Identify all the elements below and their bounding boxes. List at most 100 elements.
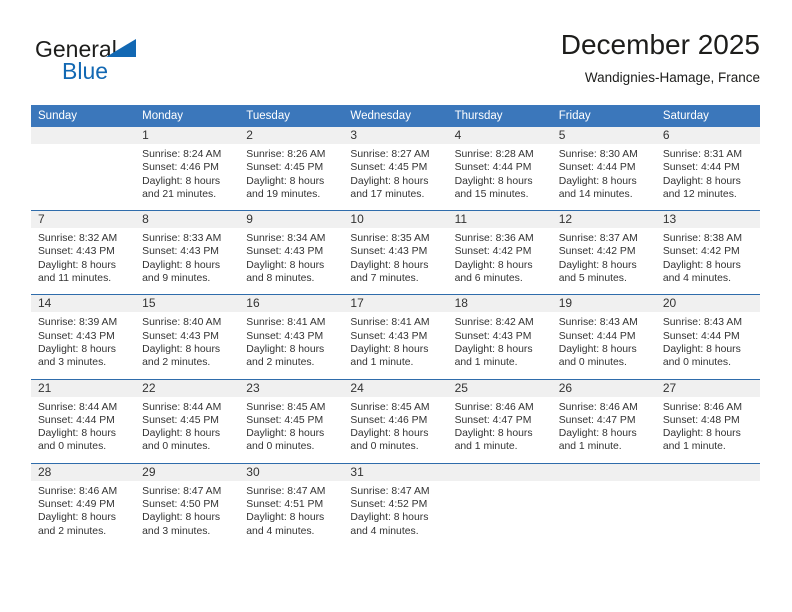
calendar-day-cell[interactable]: 7 Sunrise: 8:32 AM Sunset: 4:43 PM Daylight… [31,210,136,295]
calendar-day-cell[interactable]: 28 Sunrise: 8:46 AM Sunset: 4:49 PM Dayligh… [31,462,136,547]
day-sunrise-text: Sunrise: 8:33 AM [142,233,222,245]
day-daylight-2-text: and 14 minutes. [558,188,633,200]
day-number: 29 [135,463,240,481]
day-sunrise-text: Sunrise: 8:24 AM [142,149,222,160]
day-daylight-1-text: Daylight: 8 hours [558,259,637,271]
day-sunset-text: Sunset: 4:48 PM [662,414,740,426]
day-number: 19 [551,295,656,313]
day-sunset-text: Sunset: 4:43 PM [38,246,115,258]
day-number: 1 [135,127,240,144]
calendar-day-cell[interactable]: 25 Sunrise: 8:46 AM Sunset: 4:47 PM Dayligh… [447,378,552,464]
day-number: 25 [447,379,552,397]
day-daylight-2-text: and 2 minutes. [246,357,315,369]
weekday-header-wednesday: Wednesday [343,105,448,127]
calendar-day-cell[interactable]: 29 Sunrise: 8:47 AM Sunset: 4:50 PM Dayligh… [135,462,240,547]
calendar-day-cell[interactable]: 3 Sunrise: 8:27 AM Sunset: 4:45 PM Daylight… [343,127,448,211]
day-details: Sunrise: 8:44 AM Sunset: 4:45 PM Daylight:… [135,397,239,463]
day-daylight-2-text: and 6 minutes. [454,273,523,285]
calendar-day-cell[interactable]: 9 Sunrise: 8:34 AM Sunset: 4:43 PM Daylight… [239,210,344,295]
day-number: 30 [239,463,344,481]
day-number: 14 [31,295,136,313]
calendar-day-cell[interactable]: 11 Sunrise: 8:36 AM Sunset: 4:42 PM Dayligh… [447,210,552,295]
weekday-header-monday: Monday [135,105,240,127]
day-details: Sunrise: 8:44 AM Sunset: 4:44 PM Daylight:… [31,397,135,463]
calendar-day-cell[interactable]: 31 Sunrise: 8:47 AM Sunset: 4:52 PM Dayligh… [343,462,448,547]
day-number [655,463,760,481]
day-daylight-1-text: Daylight: 8 hours [142,512,221,524]
calendar-day-cell[interactable]: 18 Sunrise: 8:42 AM Sunset: 4:43 PM Dayligh… [447,294,552,380]
calendar-day-cell[interactable]: 6 Sunrise: 8:31 AM Sunset: 4:44 PM Daylight… [655,127,760,211]
title-block: December 2025 Wandignies-Hamage, France [561,28,760,88]
day-number: 23 [239,379,344,397]
calendar-day-cell[interactable]: 2 Sunrise: 8:26 AM Sunset: 4:45 PM Daylight… [239,127,344,211]
day-sunrise-text: Sunrise: 8:36 AM [454,233,534,245]
day-number: 13 [655,211,760,229]
calendar-day-cell[interactable]: 8 Sunrise: 8:33 AM Sunset: 4:43 PM Daylight… [135,210,240,295]
day-number: 16 [239,295,344,313]
day-sunset-text: Sunset: 4:51 PM [246,499,324,511]
day-details: Sunrise: 8:37 AM Sunset: 4:42 PM Daylight:… [552,228,656,294]
triangle-icon [106,39,136,57]
day-details: Sunrise: 8:43 AM Sunset: 4:44 PM Daylight:… [552,312,656,378]
calendar-body: 1 Sunrise: 8:24 AM Sunset: 4:46 PM Daylight… [31,127,760,547]
day-number: 18 [447,295,552,313]
calendar-day-cell[interactable]: 22 Sunrise: 8:44 AM Sunset: 4:45 PM Dayligh… [135,378,240,464]
day-number: 6 [655,127,760,144]
day-details: Sunrise: 8:46 AM Sunset: 4:49 PM Daylight:… [31,481,135,547]
day-details: Sunrise: 8:33 AM Sunset: 4:43 PM Daylight:… [135,228,239,294]
calendar-day-cell[interactable]: 16 Sunrise: 8:41 AM Sunset: 4:43 PM Dayligh… [239,294,344,380]
brand-logo[interactable]: General Blue [31,28,291,92]
day-daylight-2-text: and 3 minutes. [142,525,211,537]
day-daylight-1-text: Daylight: 8 hours [454,259,533,271]
day-sunrise-text: Sunrise: 8:42 AM [454,317,534,329]
calendar-day-cell[interactable]: 26 Sunrise: 8:46 AM Sunset: 4:47 PM Dayligh… [551,378,656,464]
calendar-day-cell[interactable]: 5 Sunrise: 8:30 AM Sunset: 4:44 PM Daylight… [551,127,656,211]
day-details: Sunrise: 8:28 AM Sunset: 4:44 PM Daylight:… [448,144,552,210]
day-sunset-text: Sunset: 4:43 PM [38,330,115,342]
day-details: Sunrise: 8:24 AM Sunset: 4:46 PM Daylight:… [135,144,239,210]
calendar-day-cell[interactable]: 4 Sunrise: 8:28 AM Sunset: 4:44 PM Daylight… [447,127,552,211]
calendar-day-cell[interactable]: 10 Sunrise: 8:35 AM Sunset: 4:43 PM Dayligh… [343,210,448,295]
calendar-day-cell[interactable]: 19 Sunrise: 8:43 AM Sunset: 4:44 PM Dayligh… [551,294,656,380]
day-details: Sunrise: 8:34 AM Sunset: 4:43 PM Daylight:… [239,228,343,294]
day-daylight-2-text: and 4 minutes. [662,273,732,285]
day-daylight-2-text: and 2 minutes. [142,357,211,369]
day-sunrise-text: Sunrise: 8:28 AM [454,149,534,160]
day-sunrise-text: Sunrise: 8:41 AM [246,317,326,329]
day-daylight-1-text: Daylight: 8 hours [662,428,741,440]
day-sunrise-text: Sunrise: 8:31 AM [662,149,742,160]
day-daylight-2-text: and 21 minutes. [142,188,217,200]
calendar-day-cell[interactable]: 24 Sunrise: 8:45 AM Sunset: 4:46 PM Dayligh… [343,378,448,464]
day-number: 31 [343,463,448,481]
calendar-day-cell[interactable]: 20 Sunrise: 8:43 AM Sunset: 4:44 PM Dayligh… [655,294,760,380]
day-details: Sunrise: 8:47 AM Sunset: 4:51 PM Daylight:… [239,481,343,547]
day-number: 26 [551,379,656,397]
day-sunset-text: Sunset: 4:47 PM [454,414,532,426]
day-number: 5 [551,127,656,144]
day-sunrise-text: Sunrise: 8:40 AM [142,317,222,329]
calendar-day-cell[interactable]: 21 Sunrise: 8:44 AM Sunset: 4:44 PM Dayligh… [31,378,136,464]
day-daylight-2-text: and 4 minutes. [246,525,315,537]
day-sunrise-text: Sunrise: 8:45 AM [246,401,326,413]
day-daylight-2-text: and 0 minutes. [142,441,211,453]
weekday-header-thursday: Thursday [447,105,552,127]
day-daylight-2-text: and 1 minute. [350,357,414,369]
calendar-day-cell[interactable]: 13 Sunrise: 8:38 AM Sunset: 4:42 PM Dayligh… [655,210,760,295]
calendar-day-cell[interactable]: 12 Sunrise: 8:37 AM Sunset: 4:42 PM Dayligh… [551,210,656,295]
day-daylight-1-text: Daylight: 8 hours [662,175,741,187]
day-sunrise-text: Sunrise: 8:41 AM [350,317,430,329]
calendar-day-cell[interactable]: 23 Sunrise: 8:45 AM Sunset: 4:45 PM Dayligh… [239,378,344,464]
day-sunrise-text: Sunrise: 8:44 AM [38,401,118,413]
day-sunset-text: Sunset: 4:44 PM [454,162,532,174]
calendar-week-row: 21 Sunrise: 8:44 AM Sunset: 4:44 PM Dayligh… [31,378,760,464]
day-details [448,481,552,547]
weekday-header-sunday: Sunday [31,105,136,127]
calendar-day-cell[interactable]: 17 Sunrise: 8:41 AM Sunset: 4:43 PM Dayligh… [343,294,448,380]
calendar-day-cell[interactable]: 15 Sunrise: 8:40 AM Sunset: 4:43 PM Dayligh… [135,294,240,380]
calendar-day-cell[interactable]: 1 Sunrise: 8:24 AM Sunset: 4:46 PM Daylight… [135,127,240,211]
calendar-day-cell[interactable]: 30 Sunrise: 8:47 AM Sunset: 4:51 PM Dayligh… [239,462,344,547]
day-daylight-2-text: and 0 minutes. [662,357,732,369]
calendar-day-cell[interactable]: 14 Sunrise: 8:39 AM Sunset: 4:43 PM Dayligh… [31,294,136,380]
day-daylight-2-text: and 2 minutes. [38,525,107,537]
calendar-day-cell[interactable]: 27 Sunrise: 8:46 AM Sunset: 4:48 PM Dayligh… [655,378,760,464]
